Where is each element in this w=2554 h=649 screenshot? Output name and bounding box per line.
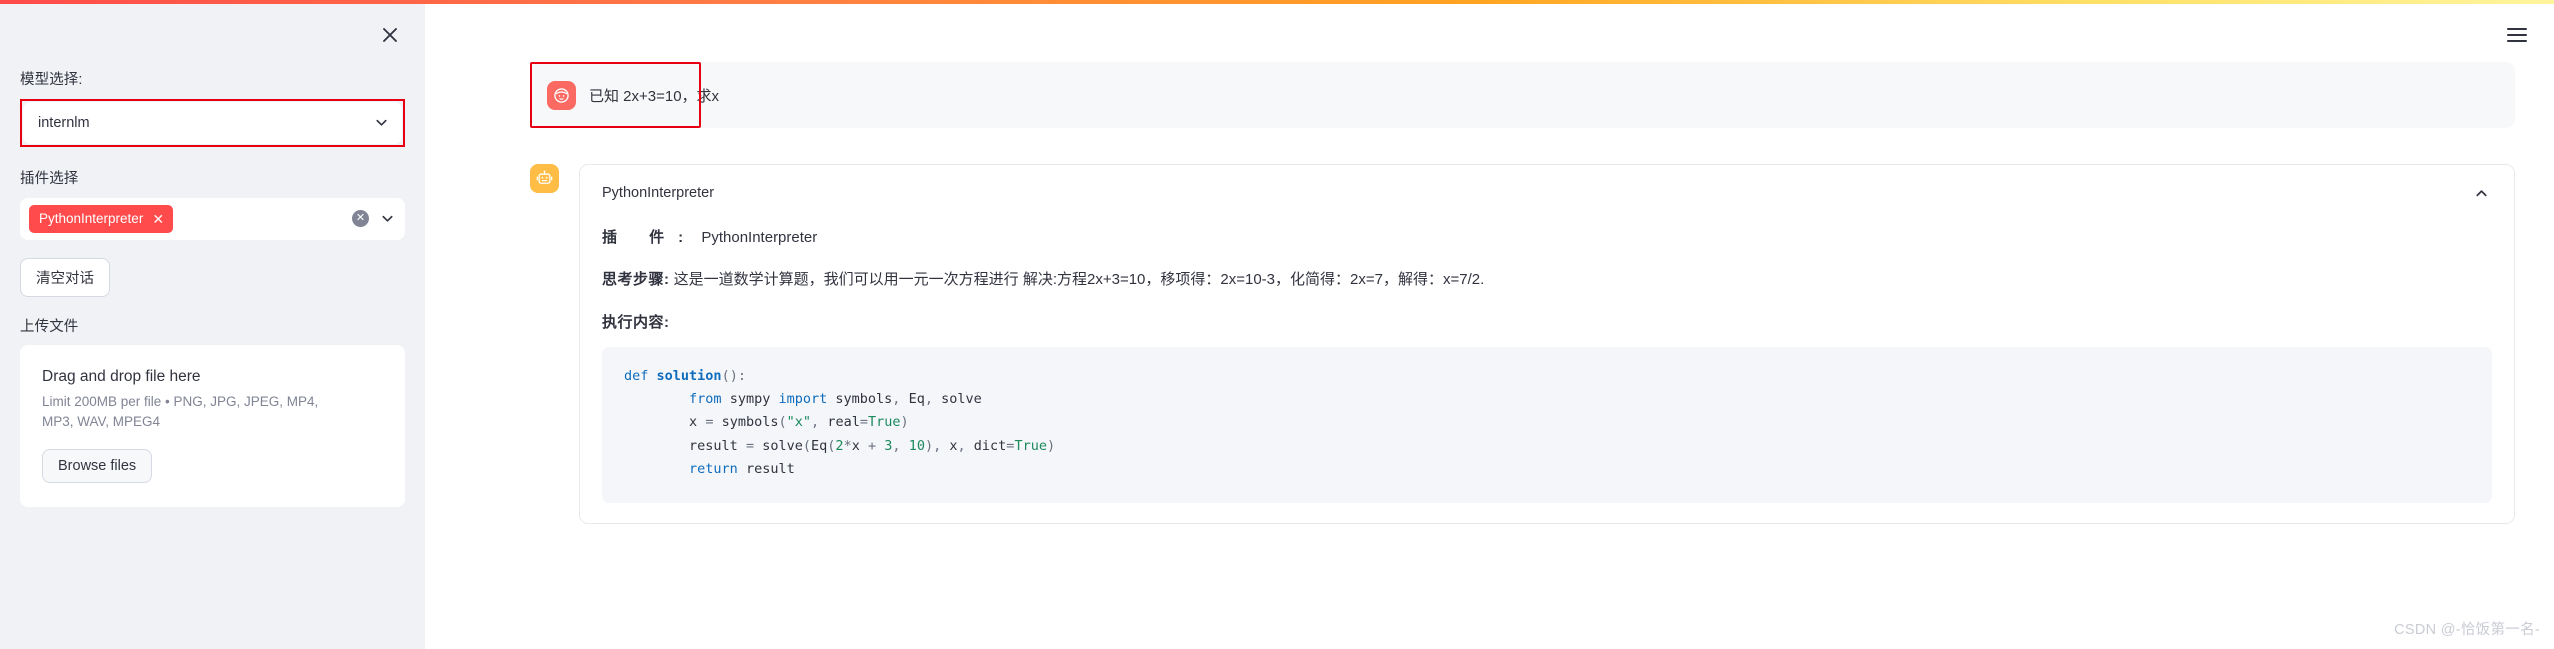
model-select-annotation-box: internlm — [20, 98, 405, 147]
expander-title: PythonInterpreter — [602, 185, 715, 201]
browse-files-button[interactable]: Browse files — [42, 449, 153, 484]
hamburger-menu-icon[interactable] — [2500, 18, 2534, 52]
robot-avatar-icon — [530, 164, 559, 193]
field-exec-label: 执行内容: — [602, 314, 670, 331]
field-plugin: 插 件: PythonInterpreter — [602, 227, 2492, 250]
field-plugin-key: 插 件: — [602, 229, 698, 246]
user-message-text: 已知 2x+3=10，求x — [589, 87, 720, 105]
clear-all-icon[interactable]: ✕ — [352, 210, 369, 227]
main-content: 已知 2x+3=10，求x PythonInterpreter 插 件: Pyt… — [425, 0, 2554, 649]
code-content: def solution(): from sympy import symbol… — [624, 368, 1056, 477]
dropzone-title: Drag and drop file here — [42, 368, 201, 386]
field-thought-key: 思考步骤: — [602, 270, 670, 288]
dropzone-hint: Limit 200MB per file • PNG, JPG, JPEG, M… — [42, 394, 319, 429]
plugin-select-label: 插件选择 — [20, 170, 79, 187]
user-face-avatar-icon — [547, 80, 576, 110]
watermark: CSDN @-恰饭第一名- — [2394, 622, 2540, 638]
hamburger-bar — [2507, 34, 2527, 36]
hamburger-bar — [2507, 28, 2527, 30]
model-select-value: internlm — [38, 114, 90, 131]
hamburger-bar — [2507, 40, 2527, 42]
plugin-tag-label: PythonInterpreter — [39, 210, 144, 226]
chevron-down-icon[interactable] — [377, 209, 397, 229]
field-plugin-value: PythonInterpreter — [701, 229, 818, 246]
tool-call-expander: PythonInterpreter 插 件: PythonInterpreter — [579, 164, 2515, 525]
chat-message-assistant: PythonInterpreter 插 件: PythonInterpreter — [530, 164, 2515, 525]
clear-conversation-button[interactable]: 清空对话 — [20, 257, 110, 297]
field-thought-value: 这是一道数学计算题，我们可以用一元一次方程进行 解决:方程2x+3=10，移项得… — [673, 270, 1485, 288]
chevron-up-icon[interactable] — [2470, 182, 2492, 204]
file-dropzone[interactable]: Drag and drop file here Limit 200MB per … — [20, 345, 405, 508]
sidebar-body: 模型选择: internlm 插件选择 PythonInterpreter ✕ … — [20, 70, 405, 508]
field-thought: 思考步骤: 这是一道数学计算题，我们可以用一元一次方程进行 解决:方程2x+3=… — [602, 269, 2492, 292]
close-icon[interactable]: ✕ — [152, 212, 164, 226]
model-select-label: 模型选择: — [20, 72, 83, 88]
chat-transcript: 已知 2x+3=10，求x PythonInterpreter 插 件: Pyt… — [530, 62, 2515, 525]
upload-section-label: 上传文件 — [20, 318, 79, 335]
sidebar: 模型选择: internlm 插件选择 PythonInterpreter ✕ … — [0, 0, 425, 649]
plugin-select-block: 插件选择 PythonInterpreter ✕ ✕ — [20, 169, 405, 240]
chevron-down-icon[interactable] — [371, 113, 391, 133]
model-select[interactable]: internlm — [23, 101, 402, 144]
chat-message-user: 已知 2x+3=10，求x — [530, 62, 2515, 128]
top-accent-bar — [0, 0, 2554, 4]
plugin-multiselect[interactable]: PythonInterpreter ✕ ✕ — [20, 197, 405, 240]
close-icon[interactable] — [373, 18, 407, 52]
code-block: def solution(): from sympy import symbol… — [602, 347, 2492, 504]
app-root: 模型选择: internlm 插件选择 PythonInterpreter ✕ … — [0, 0, 2554, 649]
plugin-tag-pythoninterpreter[interactable]: PythonInterpreter ✕ — [29, 204, 174, 233]
expander-header[interactable]: PythonInterpreter — [602, 182, 2492, 208]
